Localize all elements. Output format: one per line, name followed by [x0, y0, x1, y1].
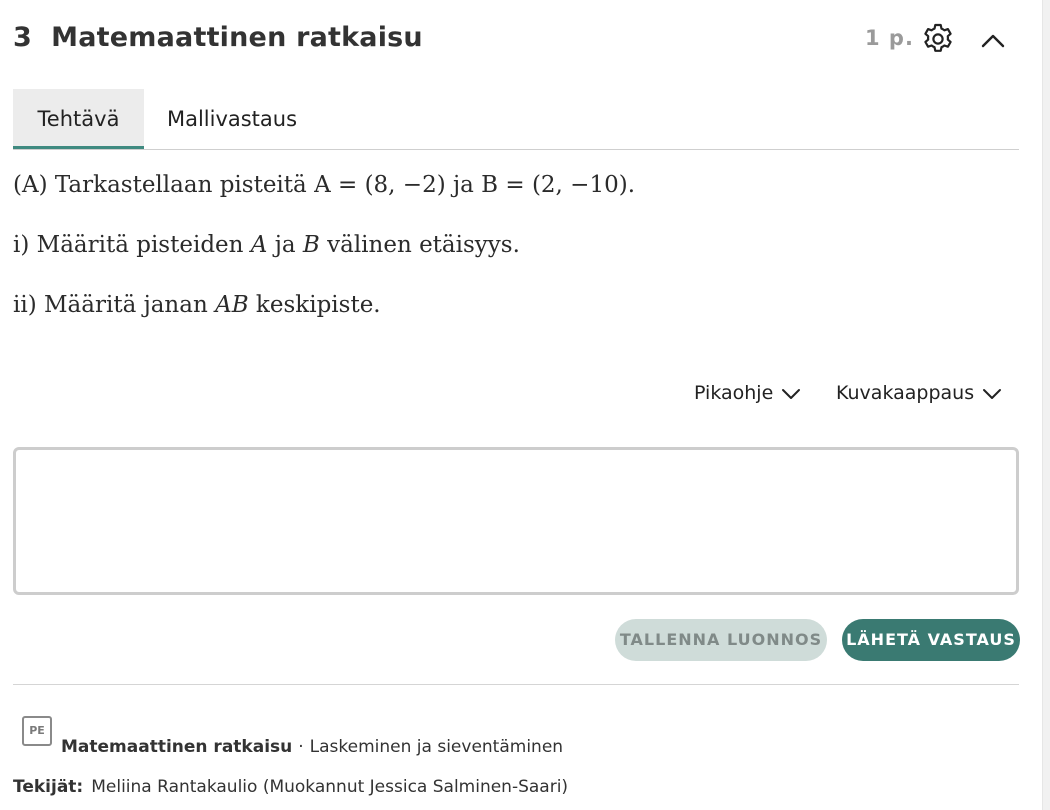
- screenshot-dropdown[interactable]: Kuvakaappaus: [836, 382, 1002, 410]
- chevron-down-icon: [782, 388, 801, 399]
- question-text: .: [627, 172, 636, 198]
- quick-help-label: Pikaohje: [694, 382, 774, 404]
- meta-separator: ·: [298, 737, 304, 757]
- screenshot-label: Kuvakaappaus: [836, 382, 975, 404]
- question-line-a: (A) Tarkastellaan pisteitä A = (8, −2) j…: [13, 172, 635, 198]
- math-point-b: B = (2, −10): [481, 172, 628, 198]
- chevron-up-icon[interactable]: [978, 25, 1008, 55]
- question-text: ja: [445, 172, 482, 198]
- divider: [13, 684, 1019, 685]
- question-text: välinen etäisyys.: [319, 232, 520, 258]
- question-text: ii) Määritä janan: [13, 292, 216, 318]
- save-draft-button[interactable]: TALLENNA LUONNOS: [615, 619, 827, 661]
- scrollbar-track: [1042, 0, 1050, 810]
- tab-mallivastaus[interactable]: Mallivastaus: [144, 89, 320, 149]
- question-text: ja: [267, 232, 303, 258]
- question-text: i) Määritä pisteiden: [13, 232, 251, 258]
- chevron-down-icon: [983, 388, 1002, 399]
- pe-badge: PE: [22, 716, 52, 746]
- question-line-i: i) Määritä pisteiden A ja B välinen etäi…: [13, 232, 520, 258]
- question-text: (A) Tarkastellaan pisteitä: [13, 172, 315, 198]
- task-meta: Matemaattinen ratkaisu · Laskeminen ja sie…: [61, 737, 563, 757]
- authors-label: Tekijät:: [13, 777, 84, 797]
- gear-icon[interactable]: [921, 22, 955, 56]
- quick-help-dropdown[interactable]: Pikaohje: [694, 382, 801, 410]
- math-var-b: B: [302, 232, 320, 258]
- tab-bar: Tehtävä Mallivastaus: [13, 89, 1019, 150]
- points-label: 1 p.: [865, 26, 914, 50]
- topic-label: Laskeminen ja sieventäminen: [309, 737, 564, 757]
- authors-value: Meliina Rantakaulio (Muokannut Jessica S…: [91, 777, 569, 797]
- task-header: 3 Matemaattinen ratkaisu 1 p.: [13, 20, 1013, 60]
- submit-answer-button[interactable]: LÄHETÄ VASTAUS: [842, 619, 1020, 661]
- math-var-a: A: [250, 232, 268, 258]
- question-text: keskipiste.: [248, 292, 381, 318]
- math-point-a: A = (8, −2): [314, 172, 446, 198]
- tab-tehtava[interactable]: Tehtävä: [13, 89, 144, 149]
- math-var-ab: AB: [215, 292, 249, 318]
- task-title: 3 Matemaattinen ratkaisu: [13, 22, 423, 53]
- answer-field[interactable]: [13, 447, 1019, 595]
- question-line-ii: ii) Määritä janan AB keskipiste.: [13, 292, 381, 318]
- authors-line: Tekijät: Meliina Rantakaulio (Muokannut J…: [13, 777, 568, 797]
- category-label: Matemaattinen ratkaisu: [61, 737, 293, 757]
